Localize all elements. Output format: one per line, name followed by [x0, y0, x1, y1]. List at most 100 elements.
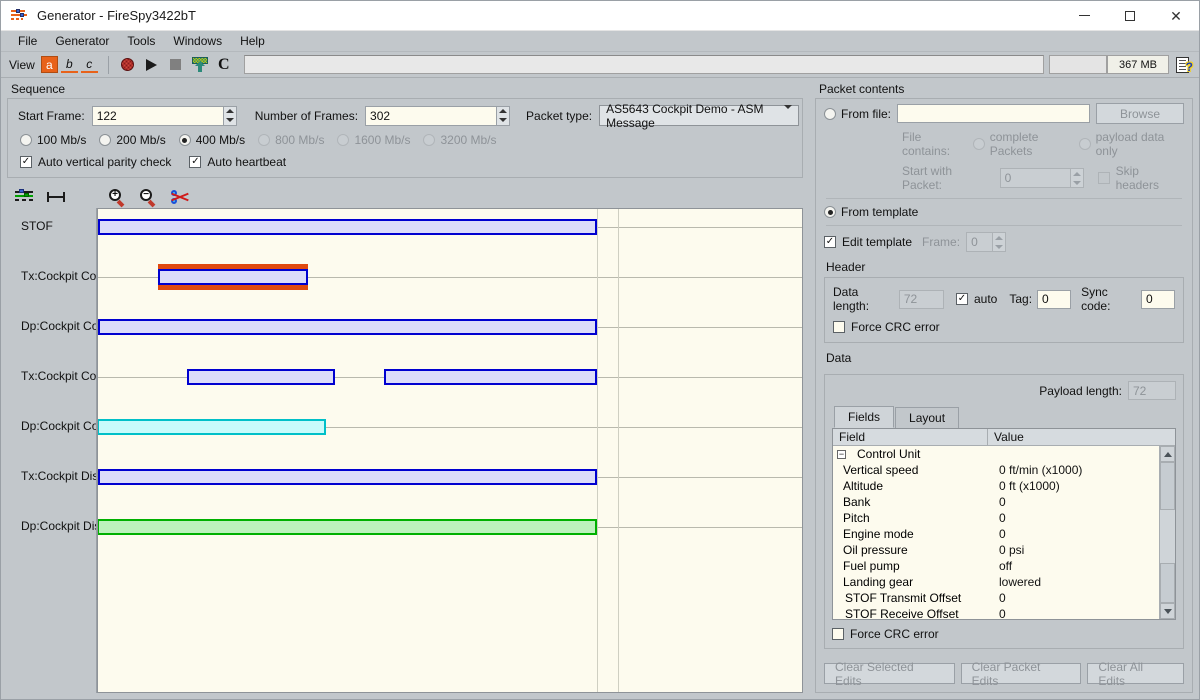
from-file-radio[interactable]: From file: [824, 107, 891, 121]
number-of-frames-spin-down[interactable] [497, 116, 509, 125]
auto-data-length-check[interactable]: ✓ auto [955, 292, 997, 306]
fit-width-icon[interactable] [47, 192, 65, 202]
menu-tools[interactable]: Tools [118, 32, 164, 50]
scroll-up-button[interactable] [1160, 446, 1175, 462]
column-header-value: Value [994, 430, 1024, 444]
start-frame-spin-buttons[interactable] [222, 105, 237, 126]
timeline-bar[interactable] [98, 469, 597, 485]
scroll-thumb[interactable] [1160, 510, 1175, 563]
maximize-button[interactable] [1107, 1, 1153, 31]
scroll-down-button[interactable] [1160, 603, 1175, 619]
upload-button[interactable] [188, 54, 212, 76]
data-force-crc-check[interactable]: Force CRC error [832, 627, 1158, 641]
tree-row[interactable]: STOF Receive Offset 0 [833, 606, 1159, 619]
start-with-packet-input: 0 [999, 168, 1070, 188]
zoom-in-icon[interactable]: + [109, 188, 126, 207]
sequence-checkbox-row: ✓ Auto vertical parity check ✓ Auto heartb… [8, 147, 802, 177]
scroll-track[interactable] [1160, 462, 1175, 603]
tree-row[interactable]: Vertical speed 0 ft/min (x1000) [833, 462, 1159, 478]
tree-row[interactable]: Engine mode 0 [833, 526, 1159, 542]
clear-markers-icon[interactable] [171, 190, 189, 204]
menu-help[interactable]: Help [231, 32, 274, 50]
radio-3200-icon [423, 134, 436, 146]
file-contains-row: File contains: complete Packets payload … [824, 130, 1184, 158]
timeline-tools-left [7, 189, 97, 204]
number-of-frames-input[interactable]: 302 [365, 105, 497, 126]
minimize-button[interactable] [1061, 1, 1107, 31]
view-button-a[interactable]: a [40, 56, 58, 73]
timeline-bar[interactable] [158, 269, 308, 285]
start-frame-input[interactable]: 122 [91, 105, 223, 126]
tracks-icon[interactable] [15, 189, 33, 204]
from-file-path-input[interactable] [897, 104, 1090, 123]
sync-code-input[interactable]: 0 [1140, 289, 1176, 309]
help-button[interactable]: ? [1169, 54, 1195, 76]
tab-layout[interactable]: Layout [895, 407, 960, 428]
title-bar: Generator - FireSpy3422bT ✕ [1, 1, 1199, 31]
menu-windows[interactable]: Windows [164, 32, 231, 50]
tree-row[interactable]: STOF Transmit Offset 0 [833, 590, 1159, 606]
menu-generator[interactable]: Generator [46, 32, 118, 50]
auto-vertical-parity-check[interactable]: ✓ Auto vertical parity check [20, 155, 171, 169]
timeline-bar[interactable] [98, 319, 597, 335]
tree-row[interactable]: Oil pressure 0 psi [833, 542, 1159, 558]
tab-fields[interactable]: Fields [834, 406, 895, 428]
timeline-canvas[interactable] [97, 208, 803, 693]
edit-template-row: ✓ Edit template Frame: 0 [824, 232, 1184, 252]
toolbar-address-input[interactable] [243, 55, 1044, 74]
tree-row[interactable]: − Control Unit [833, 446, 1159, 462]
fields-tree: Field Value − Control Unit Vertical speed 0… [832, 428, 1176, 620]
zoom-out-icon[interactable]: − [140, 188, 157, 207]
start-frame-spin-down[interactable] [224, 116, 236, 125]
sequence-frame-row: Start Frame: 122 Number of Frames: 302 P… [8, 99, 802, 130]
number-of-frames-spin-buttons[interactable] [496, 105, 511, 126]
edit-template-check[interactable]: ✓ Edit template [824, 235, 912, 249]
left-column: Sequence Start Frame: 122 Number of Fram… [1, 78, 809, 699]
radio-800-icon [258, 134, 271, 146]
number-of-frames-stepper[interactable]: 302 [365, 105, 511, 126]
tree-row[interactable]: Fuel pump off [833, 558, 1159, 574]
timeline-row-label: Tx:Cockpit Cor [21, 269, 97, 283]
speed-option-200[interactable]: 200 Mb/s [99, 133, 166, 147]
tree-row[interactable]: Landing gear lowered [833, 574, 1159, 590]
number-of-frames-spin-up[interactable] [497, 107, 509, 116]
view-button-b[interactable]: b [60, 56, 78, 73]
tag-input[interactable]: 0 [1037, 289, 1072, 309]
packet-type-select[interactable]: AS5643 Cockpit Demo - ASM Message [599, 102, 800, 130]
auto-heartbeat-check[interactable]: ✓ Auto heartbeat [189, 155, 286, 169]
speed-option-400[interactable]: 400 Mb/s [178, 133, 245, 147]
menu-file[interactable]: File [9, 32, 46, 50]
timeline-bar[interactable] [98, 519, 597, 535]
continuous-button[interactable]: C [212, 54, 236, 76]
start-with-packet-label: Start with Packet: [902, 164, 953, 192]
timeline-row-labels: STOF Tx:Cockpit Cor Dp:Cockpit Cor Tx:Cockp… [7, 208, 97, 693]
timeline-bar[interactable] [98, 219, 597, 235]
timeline-bar[interactable] [98, 419, 326, 435]
tree-row[interactable]: Pitch 0 [833, 510, 1159, 526]
header-force-crc-check[interactable]: Force CRC error [833, 320, 1157, 334]
stop-button[interactable] [164, 54, 188, 76]
tree-field-name: Bank [843, 495, 871, 509]
close-button[interactable]: ✕ [1153, 1, 1199, 31]
start-frame-stepper[interactable]: 122 [91, 105, 237, 126]
timeline-bar[interactable] [187, 369, 335, 385]
tree-rows[interactable]: − Control Unit Vertical speed 0 ft/min (x10… [833, 446, 1159, 619]
checkbox-icon [833, 321, 845, 333]
tree-row[interactable]: Bank 0 [833, 494, 1159, 510]
play-button[interactable] [140, 54, 164, 76]
view-button-c[interactable]: c [80, 56, 98, 73]
right-column: Packet contents From file: Browse File c… [809, 78, 1199, 699]
timeline-bar[interactable] [384, 369, 597, 385]
tree-expander-icon[interactable]: − [837, 449, 846, 459]
start-frame-spin-up[interactable] [224, 107, 236, 116]
speed-option-100[interactable]: 100 Mb/s [20, 133, 86, 147]
tree-row[interactable]: Altitude 0 ft (x1000) [833, 478, 1159, 494]
header-group: Data length: 72 ✓ auto Tag: 0 Sync code: … [824, 277, 1184, 343]
checkbox-icon [1097, 172, 1110, 184]
record-button[interactable] [116, 54, 140, 76]
timeline-toolbar: + − [7, 186, 803, 208]
packet-type-value: AS5643 Cockpit Demo - ASM Message [606, 101, 764, 130]
tree-vertical-scrollbar[interactable] [1159, 446, 1175, 619]
close-icon: ✕ [1170, 7, 1182, 24]
from-template-radio[interactable]: From template [824, 205, 918, 219]
